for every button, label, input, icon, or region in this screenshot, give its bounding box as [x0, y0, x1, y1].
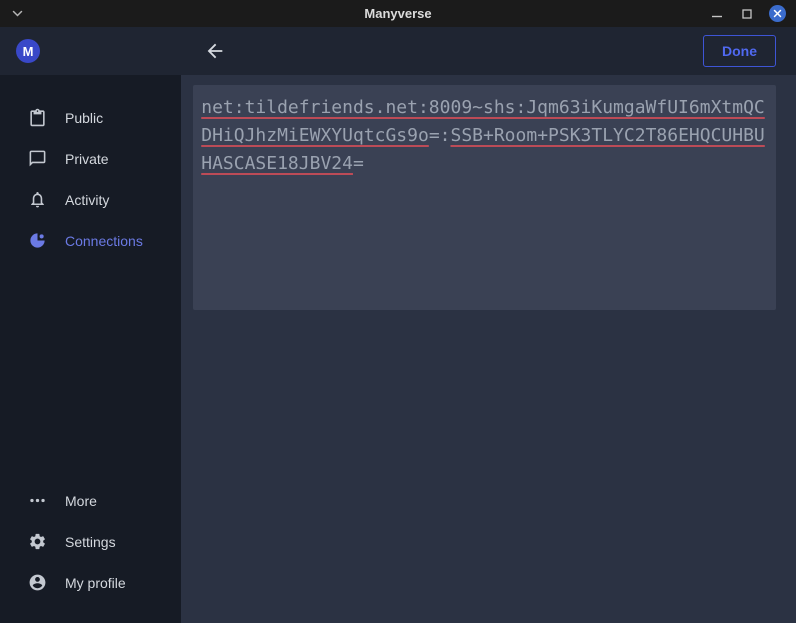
sidebar-item-public[interactable]: Public: [0, 97, 181, 138]
sidebar-item-label: Public: [65, 110, 103, 126]
close-button[interactable]: [769, 5, 786, 22]
profile-icon: [27, 573, 47, 593]
sidebar-item-label: Settings: [65, 534, 116, 550]
sidebar-item-label: Connections: [65, 233, 143, 249]
sidebar-item-private[interactable]: Private: [0, 138, 181, 179]
minimize-button[interactable]: [709, 6, 725, 22]
window-title: Manyverse: [0, 6, 796, 21]
invite-text: net:tildefriends.net:8009~shs:Jqm63iKumg…: [201, 94, 768, 178]
activity-icon: [27, 190, 47, 210]
window-menu-chevron-icon[interactable]: [12, 10, 23, 18]
sidebar-item-activity[interactable]: Activity: [0, 179, 181, 220]
main-content: net:tildefriends.net:8009~shs:Jqm63iKumg…: [181, 75, 796, 623]
restore-button[interactable]: [739, 6, 755, 22]
invite-text-segment: =:: [429, 125, 451, 146]
sidebar-item-more[interactable]: More: [0, 480, 181, 521]
sidebar: Public Private Activity Connections: [0, 75, 181, 623]
public-icon: [27, 108, 47, 128]
sidebar-item-label: Activity: [65, 192, 109, 208]
back-button[interactable]: [200, 36, 230, 66]
manyverse-logo: M: [16, 39, 40, 63]
more-icon: [27, 491, 47, 511]
manyverse-window: Manyverse M Done: [0, 0, 796, 623]
sidebar-item-label: Private: [65, 151, 109, 167]
window-controls: [709, 5, 796, 22]
invite-code-input[interactable]: net:tildefriends.net:8009~shs:Jqm63iKumg…: [193, 85, 776, 310]
settings-icon: [27, 532, 47, 552]
arrow-left-icon: [204, 40, 226, 62]
sidebar-item-settings[interactable]: Settings: [0, 521, 181, 562]
invite-text-segment: =: [353, 153, 364, 174]
titlebar[interactable]: Manyverse: [0, 0, 796, 27]
sidebar-item-my-profile[interactable]: My profile: [0, 562, 181, 603]
done-button[interactable]: Done: [703, 35, 776, 67]
body-row: Public Private Activity Connections: [0, 75, 796, 623]
connections-icon: [27, 231, 47, 251]
sidebar-item-connections[interactable]: Connections: [0, 220, 181, 261]
sidebar-item-label: My profile: [65, 575, 126, 591]
app-header: M Done: [0, 27, 796, 75]
private-icon: [27, 149, 47, 169]
sidebar-bottom: More Settings My profile: [0, 480, 181, 623]
sidebar-item-label: More: [65, 493, 97, 509]
